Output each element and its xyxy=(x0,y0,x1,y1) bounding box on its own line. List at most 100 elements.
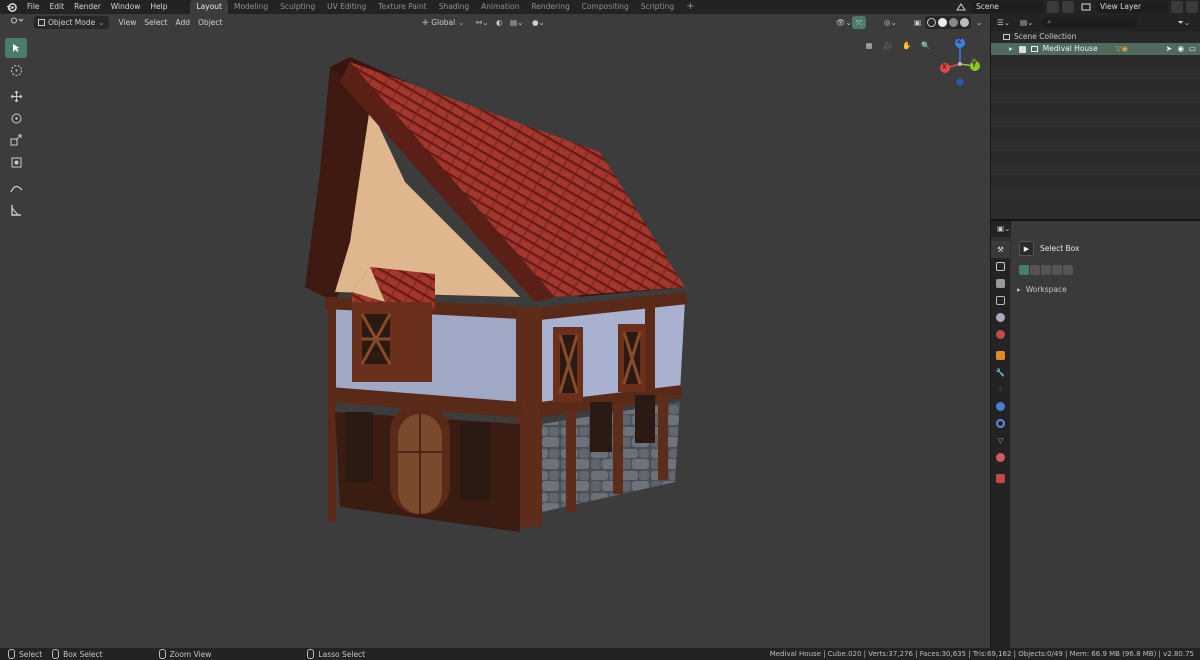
object-tab-icon[interactable] xyxy=(991,347,1010,364)
particles-tab-icon[interactable]: ⁘ xyxy=(991,381,1010,398)
tab-compositing[interactable]: Compositing xyxy=(576,0,635,14)
object-data-tab-icon[interactable]: ▽ xyxy=(991,432,1010,449)
xray-icon[interactable]: ▣ xyxy=(910,16,925,29)
physics-tab-icon[interactable] xyxy=(991,398,1010,415)
scale-tool-icon[interactable] xyxy=(5,130,27,150)
grid-view-icon[interactable]: ▦ xyxy=(862,38,876,52)
outliner-row-object[interactable]: ▸ Medival House ▽ ◉ ➤ ◉ ▭ xyxy=(991,43,1200,55)
collection-icon xyxy=(1003,34,1010,40)
tab-texture-paint[interactable]: Texture Paint xyxy=(372,0,432,14)
annotate-tool-icon[interactable] xyxy=(5,178,27,198)
tab-rendering[interactable]: Rendering xyxy=(525,0,575,14)
render-toggle-icon[interactable]: ▭ xyxy=(1189,43,1196,55)
search-icon: ⌕ xyxy=(1047,18,1052,26)
tab-uv-editing[interactable]: UV Editing xyxy=(321,0,372,14)
rotate-tool-icon[interactable] xyxy=(5,108,27,128)
mode-set-icon[interactable] xyxy=(1019,265,1029,275)
menu-help[interactable]: Help xyxy=(145,0,172,14)
properties-panel: ▣⌄ ⚒ 🔧 ⁘ ▽ ▶ Select Box ▸ Workspace xyxy=(990,219,1200,650)
menu-file[interactable]: File xyxy=(22,0,45,14)
menu-object[interactable]: Object xyxy=(194,16,226,29)
status-select-label: Select xyxy=(19,649,43,659)
rendered-shading-icon[interactable] xyxy=(960,18,969,27)
expand-arrow-icon[interactable]: ▸ xyxy=(1009,43,1013,55)
modifier-tab-icon[interactable]: 🔧 xyxy=(991,364,1010,381)
view-layer-selector[interactable]: View Layer xyxy=(1096,1,1168,13)
menu-add[interactable]: Add xyxy=(172,16,195,29)
3d-viewport[interactable]: Object Mode ⌄ View Select Add Object ✛ G… xyxy=(0,14,990,648)
select-box-tool-icon[interactable] xyxy=(5,38,27,58)
view-layer-tab-icon[interactable] xyxy=(991,292,1010,309)
scene-icon[interactable] xyxy=(955,2,967,14)
viewport-navigation: ▦ 🎥 ✋ 🔍 xyxy=(862,38,933,52)
tab-layout[interactable]: Layout xyxy=(190,0,228,14)
material-shading-icon[interactable] xyxy=(949,18,958,27)
medieval-house-model[interactable] xyxy=(290,52,710,532)
blender-logo-icon[interactable] xyxy=(4,0,18,14)
overlay-icon[interactable]: ◎⌄ xyxy=(880,16,901,29)
transform-orientation-dropdown[interactable]: ✛ Global ⌄ xyxy=(418,16,469,29)
pivot-icon[interactable]: ⚯⌄ xyxy=(472,16,493,29)
active-tool-row: ▶ Select Box xyxy=(1019,241,1079,256)
measure-tool-icon[interactable] xyxy=(5,200,27,220)
menu-select[interactable]: Select xyxy=(140,16,171,29)
snap-icon[interactable]: ◐ xyxy=(492,16,507,29)
restrict-select-icon[interactable]: ➤ xyxy=(1166,43,1172,55)
new-view-layer-button[interactable] xyxy=(1171,1,1183,13)
tab-animation[interactable]: Animation xyxy=(475,0,525,14)
menu-view[interactable]: View xyxy=(115,16,141,29)
eye-icon[interactable]: ◉ xyxy=(1177,43,1184,55)
menu-render[interactable]: Render xyxy=(69,0,106,14)
scene-selector[interactable]: Scene xyxy=(972,1,1044,13)
navigation-gizmo[interactable]: Z X Y xyxy=(936,36,984,100)
select-box-icon[interactable]: ▶ xyxy=(1019,241,1034,256)
exclude-checkbox[interactable] xyxy=(1018,45,1026,53)
mode-invert-icon[interactable] xyxy=(1052,265,1062,275)
view-layer-icon[interactable] xyxy=(1081,2,1091,14)
wireframe-shading-icon[interactable] xyxy=(927,18,936,27)
tool-tab-icon[interactable]: ⚒ xyxy=(991,241,1010,258)
middle-mouse-icon xyxy=(158,649,166,659)
world-tab-icon[interactable] xyxy=(991,326,1010,343)
zoom-magnifier-icon[interactable]: 🔍 xyxy=(919,38,933,52)
outliner-search-field[interactable]: ⌕ xyxy=(1043,17,1138,28)
mode-dropdown[interactable]: Object Mode ⌄ xyxy=(34,16,109,29)
delete-view-layer-button[interactable] xyxy=(1186,1,1198,13)
output-tab-icon[interactable] xyxy=(991,275,1010,292)
pan-hand-icon[interactable]: ✋ xyxy=(900,38,914,52)
mode-extend-icon[interactable] xyxy=(1030,265,1040,275)
scene-tab-icon[interactable] xyxy=(991,309,1010,326)
workspace-panel-header[interactable]: ▸ Workspace xyxy=(1017,285,1067,294)
properties-editor-icon[interactable]: ▣⌄ xyxy=(997,224,1010,233)
outliner-row-scene-collection[interactable]: Scene Collection xyxy=(991,31,1200,43)
snap-target-icon[interactable]: ▤⌄ xyxy=(506,16,527,29)
filter-icon[interactable]: ⏷⌄ xyxy=(1178,18,1190,28)
delete-scene-button[interactable] xyxy=(1062,1,1074,13)
outliner-editor-icon[interactable]: ☰⌄ xyxy=(997,18,1010,27)
add-workspace-button[interactable]: + xyxy=(680,0,700,14)
render-tab-icon[interactable] xyxy=(991,258,1010,275)
texture-tab-icon[interactable] xyxy=(991,470,1010,487)
material-tab-icon[interactable] xyxy=(991,449,1010,466)
properties-content: ▶ Select Box ▸ Workspace xyxy=(1011,221,1200,650)
solid-shading-icon[interactable] xyxy=(938,18,947,27)
editor-type-icon[interactable] xyxy=(6,16,28,29)
tab-scripting[interactable]: Scripting xyxy=(635,0,680,14)
camera-view-icon[interactable]: 🎥 xyxy=(881,38,895,52)
menu-edit[interactable]: Edit xyxy=(45,0,70,14)
tab-shading[interactable]: Shading xyxy=(433,0,475,14)
display-mode-icon[interactable]: ▤⌄ xyxy=(1020,18,1033,27)
proportional-edit-icon[interactable]: ●⌄ xyxy=(528,16,549,29)
shading-options-icon[interactable]: ⌄ xyxy=(972,16,986,29)
transform-tool-icon[interactable] xyxy=(5,152,27,172)
tab-sculpting[interactable]: Sculpting xyxy=(274,0,321,14)
gizmo-toggle-icon[interactable]: ⤧ xyxy=(852,16,866,29)
cursor-tool-icon[interactable] xyxy=(5,60,27,80)
mode-intersect-icon[interactable] xyxy=(1063,265,1073,275)
mode-subtract-icon[interactable] xyxy=(1041,265,1051,275)
tab-modeling[interactable]: Modeling xyxy=(228,0,274,14)
constraints-tab-icon[interactable] xyxy=(991,415,1010,432)
menu-window[interactable]: Window xyxy=(106,0,146,14)
new-scene-button[interactable] xyxy=(1047,1,1059,13)
move-tool-icon[interactable] xyxy=(5,86,27,106)
